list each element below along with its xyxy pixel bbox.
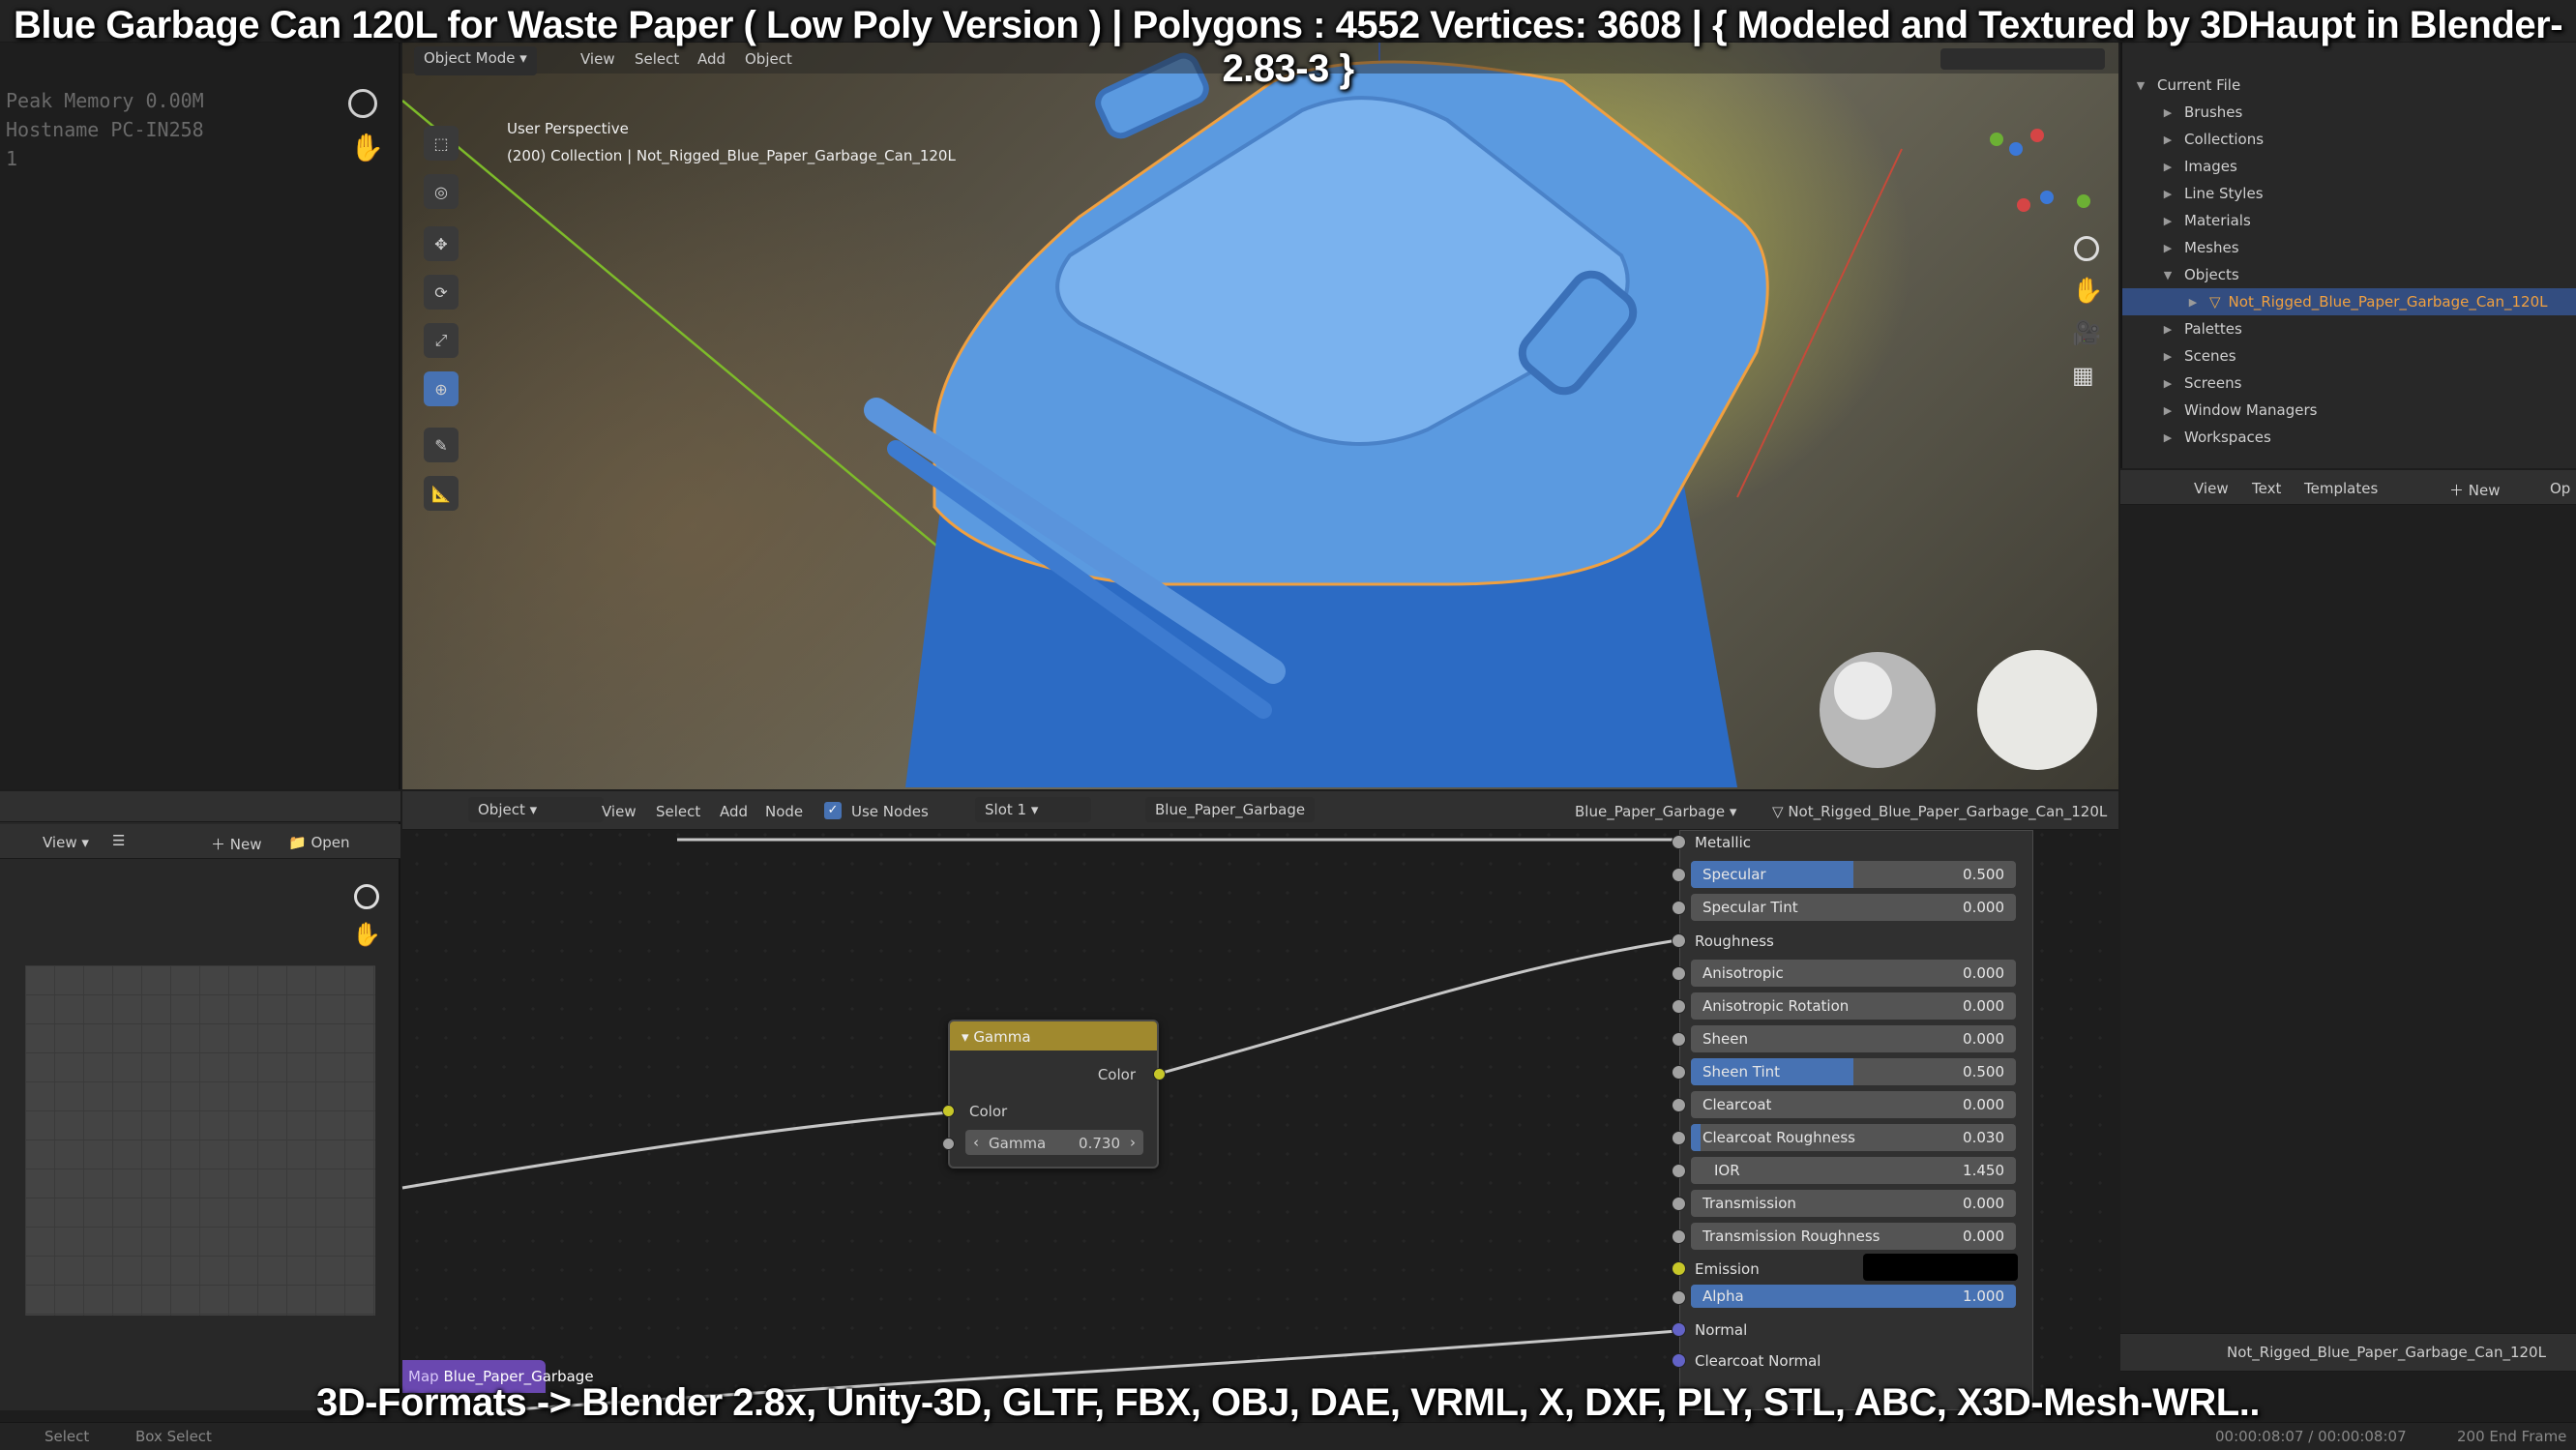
gamma-node-title: Gamma — [973, 1028, 1031, 1046]
sheen-label: Sheen — [1703, 1030, 1748, 1048]
specular-value: 0.500 — [1963, 866, 2004, 883]
transmission-socket[interactable] — [1672, 1197, 1686, 1211]
emission-label: Emission — [1695, 1260, 1760, 1278]
gamma-input-socket[interactable] — [942, 1105, 955, 1117]
clearcoat-field[interactable]: Clearcoat 0.000 — [1691, 1091, 2016, 1118]
transmission-value: 0.000 — [1963, 1195, 2004, 1212]
clearcoat-normal-socket[interactable] — [1672, 1353, 1686, 1368]
transmission-roughness-value: 0.000 — [1963, 1228, 2004, 1245]
anisotropic-rotation-label: Anisotropic Rotation — [1703, 997, 1850, 1015]
clearcoat-normal-label: Clearcoat Normal — [1695, 1352, 1821, 1370]
ior-value: 1.450 — [1963, 1162, 2004, 1179]
clearcoat-roughness-field[interactable]: Clearcoat Roughness 0.030 — [1691, 1124, 2016, 1151]
gamma-value-socket[interactable] — [942, 1138, 955, 1150]
title-banner: Blue Garbage Can 120L for Waste Paper ( … — [13, 4, 2563, 90]
roughness-label: Roughness — [1695, 932, 1774, 950]
specular-tint-field[interactable]: Specular Tint 0.000 — [1691, 894, 2016, 921]
specular-tint-socket[interactable] — [1672, 901, 1686, 915]
clearcoat-roughness-label: Clearcoat Roughness — [1703, 1129, 1855, 1146]
specular-tint-value: 0.000 — [1963, 899, 2004, 916]
emission-color-swatch[interactable] — [1863, 1254, 2018, 1281]
anisotropic-field[interactable]: Anisotropic 0.000 — [1691, 960, 2016, 987]
transmission-field[interactable]: Transmission 0.000 — [1691, 1190, 2016, 1217]
normal-socket[interactable] — [1672, 1322, 1686, 1337]
clearcoat-value: 0.000 — [1963, 1096, 2004, 1113]
roughness-socket[interactable] — [1672, 933, 1686, 948]
sheen-tint-value: 0.500 — [1963, 1063, 2004, 1080]
specular-socket[interactable] — [1672, 868, 1686, 882]
specular-label: Specular — [1703, 866, 1766, 883]
status-time: 00:00:08:07 / 00:00:08:07 — [2215, 1428, 2407, 1445]
alpha-value: 1.000 — [1963, 1287, 2004, 1305]
anisotropic-socket[interactable] — [1672, 966, 1686, 981]
alpha-socket[interactable] — [1672, 1290, 1686, 1305]
transmission-roughness-socket[interactable] — [1672, 1229, 1686, 1244]
anisotropic-label: Anisotropic — [1703, 964, 1784, 982]
transmission-roughness-field[interactable]: Transmission Roughness 0.000 — [1691, 1223, 2016, 1250]
gamma-node[interactable]: ▾ Gamma Color Color ‹ Gamma 0.730 › — [948, 1020, 1159, 1169]
ior-field[interactable]: IOR 1.450 — [1691, 1157, 2016, 1184]
sheen-field[interactable]: Sheen 0.000 — [1691, 1025, 2016, 1052]
clearcoat-socket[interactable] — [1672, 1098, 1686, 1112]
gamma-output-socket[interactable] — [1153, 1068, 1166, 1080]
status-bar: Select Box Select 00:00:08:07 / 00:00:08… — [0, 1422, 2576, 1450]
clearcoat-roughness-socket[interactable] — [1672, 1131, 1686, 1145]
specular-field[interactable]: Specular 0.500 — [1691, 861, 2016, 888]
anisotropic-rotation-field[interactable]: Anisotropic Rotation 0.000 — [1691, 992, 2016, 1020]
alpha-field[interactable]: Alpha 1.000 — [1691, 1285, 2016, 1308]
status-end-frame: 200 End Frame — [2457, 1428, 2567, 1445]
gamma-output-label: Color — [1097, 1066, 1136, 1083]
gamma-value-field[interactable]: ‹ Gamma 0.730 › — [965, 1130, 1143, 1155]
normal-label: Normal — [1695, 1321, 1748, 1339]
metallic-socket[interactable] — [1672, 835, 1686, 849]
transmission-label: Transmission — [1703, 1195, 1796, 1212]
ior-socket[interactable] — [1672, 1164, 1686, 1178]
anisotropic-rotation-socket[interactable] — [1672, 999, 1686, 1014]
node-wires — [401, 837, 1678, 1412]
anisotropic-rotation-value: 0.000 — [1963, 997, 2004, 1015]
sheen-value: 0.000 — [1963, 1030, 2004, 1048]
alpha-label: Alpha — [1703, 1287, 1744, 1305]
gamma-value: 0.730 — [1079, 1135, 1120, 1152]
emission-socket[interactable] — [1672, 1261, 1686, 1276]
status-select: Select — [44, 1428, 90, 1445]
sheen-socket[interactable] — [1672, 1032, 1686, 1047]
sheen-tint-socket[interactable] — [1672, 1065, 1686, 1080]
clearcoat-roughness-fill — [1691, 1124, 1702, 1151]
gamma-param-label: Gamma — [989, 1135, 1047, 1152]
metallic-label: Metallic — [1695, 834, 1751, 851]
gamma-input-label: Color — [969, 1103, 1008, 1120]
transmission-roughness-label: Transmission Roughness — [1703, 1228, 1880, 1245]
clearcoat-roughness-value: 0.030 — [1963, 1129, 2004, 1146]
gamma-node-header[interactable]: ▾ Gamma — [950, 1021, 1157, 1051]
status-box-select: Box Select — [135, 1428, 212, 1445]
sheen-tint-label: Sheen Tint — [1703, 1063, 1781, 1080]
sheen-tint-field[interactable]: Sheen Tint 0.500 — [1691, 1058, 2016, 1085]
formats-banner: 3D-Formats -> Blender 2.8x, Unity-3D, GL… — [316, 1381, 2260, 1424]
anisotropic-value: 0.000 — [1963, 964, 2004, 982]
ior-label: IOR — [1714, 1162, 1740, 1179]
specular-tint-label: Specular Tint — [1703, 899, 1798, 916]
clearcoat-label: Clearcoat — [1703, 1096, 1772, 1113]
